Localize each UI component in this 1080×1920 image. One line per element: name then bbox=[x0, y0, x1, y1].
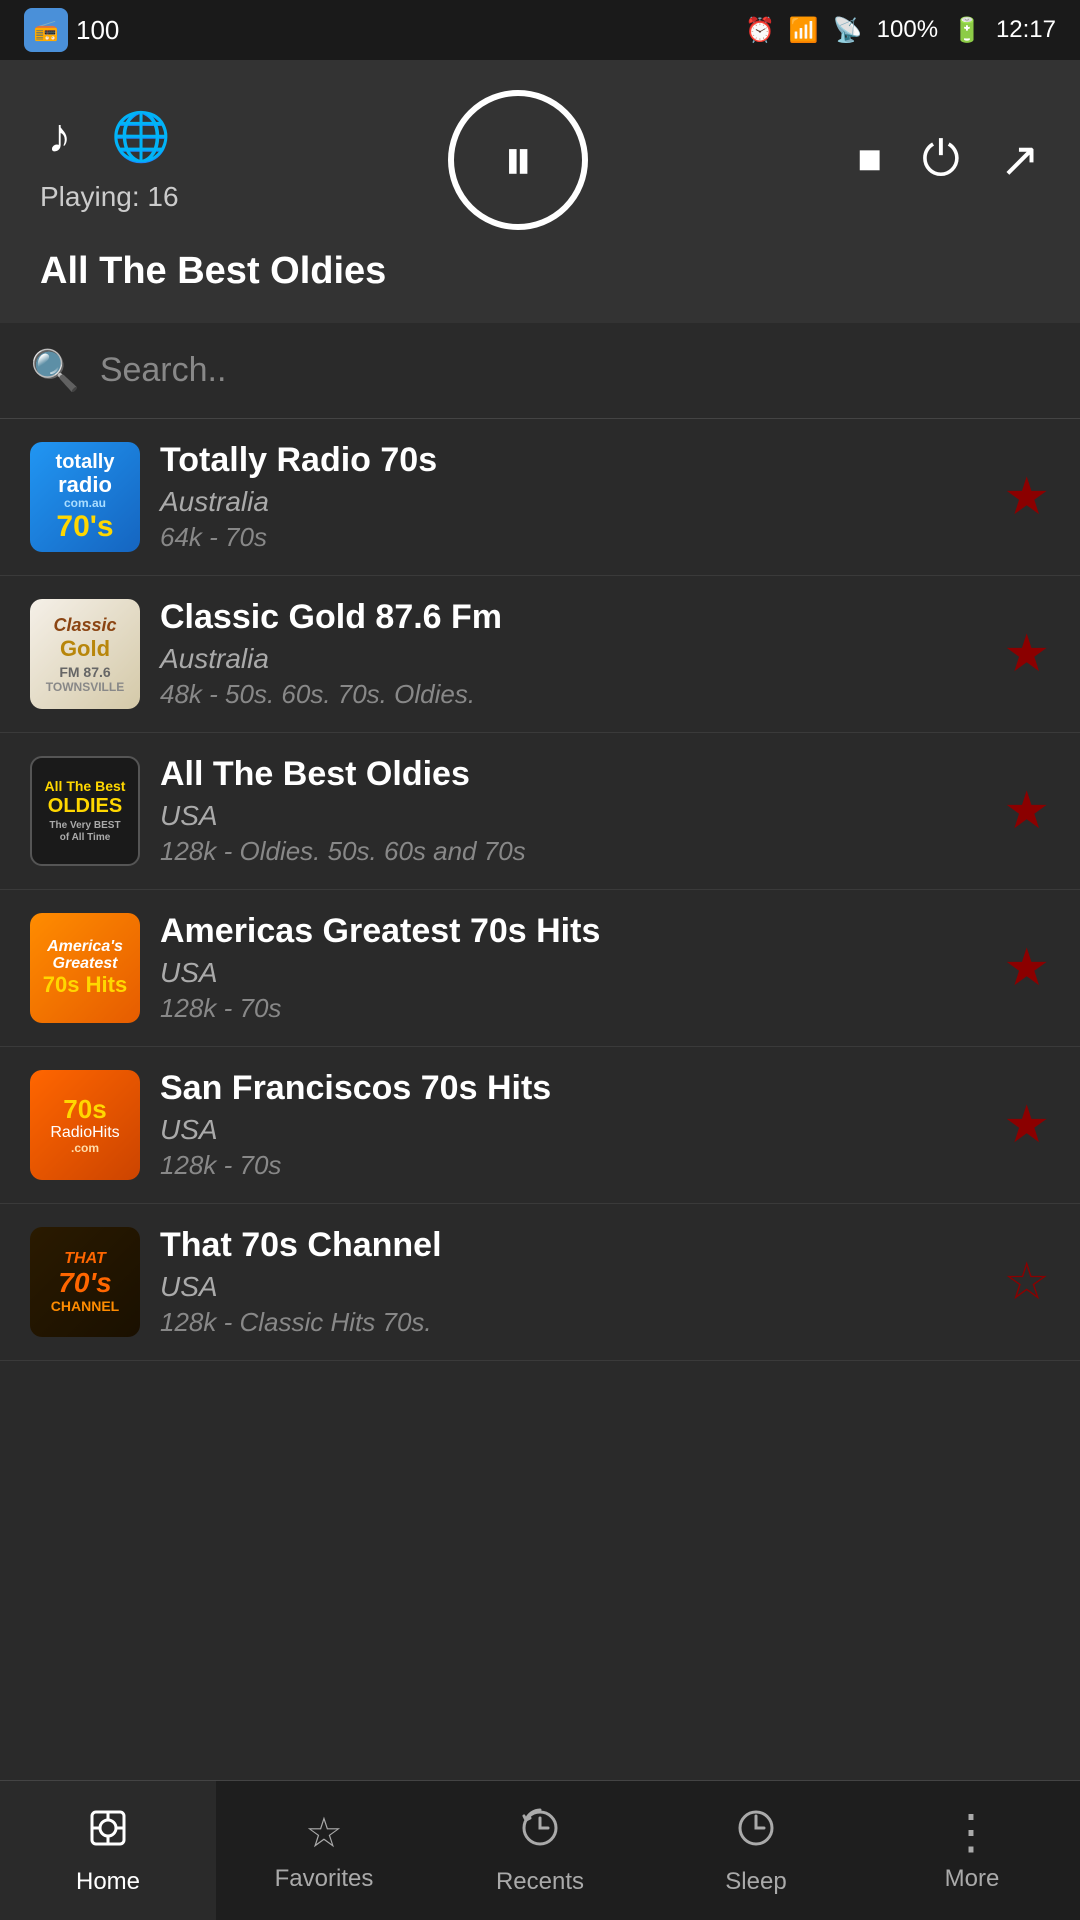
station-meta-2: 48k - 50s. 60s. 70s. Oldies. bbox=[160, 679, 983, 710]
battery-icon: 🔋 bbox=[952, 16, 982, 45]
station-item[interactable]: America's Greatest 70s Hits Americas Gre… bbox=[0, 890, 1080, 1047]
station-name-1: Totally Radio 70s bbox=[160, 441, 983, 480]
station-meta-4: 128k - 70s bbox=[160, 993, 983, 1024]
pause-icon: ⏸ bbox=[503, 125, 533, 195]
station-star-3[interactable]: ★ bbox=[1003, 781, 1050, 841]
music-note-icon[interactable]: ♪ bbox=[47, 109, 71, 164]
nav-item-more[interactable]: ⋮ More bbox=[864, 1781, 1080, 1920]
search-input[interactable] bbox=[100, 351, 1050, 390]
search-icon: 🔍 bbox=[30, 347, 80, 394]
station-logo-4: America's Greatest 70s Hits bbox=[30, 913, 140, 1023]
station-star-5[interactable]: ★ bbox=[1003, 1095, 1050, 1155]
station-name-2: Classic Gold 87.6 Fm bbox=[160, 598, 983, 637]
nav-item-sleep[interactable]: Sleep bbox=[648, 1781, 864, 1920]
nav-item-recents[interactable]: Recents bbox=[432, 1781, 648, 1920]
stop-button[interactable]: ⏹ bbox=[858, 132, 882, 188]
status-bar: 📻 100 ⏰ 📶 📡 100% 🔋 12:17 bbox=[0, 0, 1080, 60]
station-name-4: Americas Greatest 70s Hits bbox=[160, 912, 983, 951]
station-logo-6: THAT 70's CHANNEL bbox=[30, 1227, 140, 1337]
status-left: 📻 100 bbox=[24, 8, 119, 52]
station-info-6: That 70s Channel USA 128k - Classic Hits… bbox=[140, 1226, 1003, 1338]
station-meta-5: 128k - 70s bbox=[160, 1150, 983, 1181]
station-star-4[interactable]: ★ bbox=[1003, 938, 1050, 998]
more-label: More bbox=[945, 1865, 1000, 1893]
recents-label: Recents bbox=[496, 1868, 584, 1896]
player-header: ♪ 🌐 Playing: 16 ⏸ ⏹ ⏻ ↗ All The Best Old… bbox=[0, 60, 1080, 323]
station-item[interactable]: All The Best OLDIES The Very BESTof All … bbox=[0, 733, 1080, 890]
globe-icon[interactable]: 🌐 bbox=[111, 108, 171, 165]
station-list: totally radio com.au 70's Totally Radio … bbox=[0, 419, 1080, 1789]
station-info-1: Totally Radio 70s Australia 64k - 70s bbox=[140, 441, 1003, 553]
station-country-1: Australia bbox=[160, 486, 983, 518]
home-label: Home bbox=[76, 1868, 140, 1896]
player-controls-row: ♪ 🌐 Playing: 16 ⏸ ⏹ ⏻ ↗ bbox=[40, 90, 1040, 230]
alarm-icon: ⏰ bbox=[745, 16, 775, 45]
nav-item-home[interactable]: Home bbox=[0, 1781, 216, 1920]
station-country-6: USA bbox=[160, 1271, 983, 1303]
wifi-icon: 📶 bbox=[789, 16, 819, 45]
player-left-icons: ♪ 🌐 bbox=[47, 108, 171, 165]
sleep-icon bbox=[734, 1806, 778, 1860]
station-item[interactable]: totally radio com.au 70's Totally Radio … bbox=[0, 419, 1080, 576]
station-name-5: San Franciscos 70s Hits bbox=[160, 1069, 983, 1108]
station-meta-1: 64k - 70s bbox=[160, 522, 983, 553]
station-star-1[interactable]: ★ bbox=[1003, 467, 1050, 527]
now-playing-title: All The Best Oldies bbox=[40, 250, 1040, 293]
more-icon: ⋮ bbox=[947, 1809, 997, 1857]
power-button[interactable]: ⏻ bbox=[922, 132, 960, 188]
station-country-3: USA bbox=[160, 800, 983, 832]
share-button[interactable]: ↗ bbox=[1000, 132, 1040, 188]
time-display: 12:17 bbox=[996, 16, 1056, 44]
search-bar: 🔍 bbox=[0, 323, 1080, 419]
status-number: 100 bbox=[76, 15, 119, 46]
station-meta-3: 128k - Oldies. 50s. 60s and 70s bbox=[160, 836, 983, 867]
station-logo-1: totally radio com.au 70's bbox=[30, 442, 140, 552]
favorites-icon: ☆ bbox=[305, 1808, 343, 1857]
player-right-section: ⏹ ⏻ ↗ bbox=[858, 132, 1040, 188]
pause-button[interactable]: ⏸ bbox=[448, 90, 588, 230]
player-left-section: ♪ 🌐 Playing: 16 bbox=[40, 108, 179, 213]
station-country-5: USA bbox=[160, 1114, 983, 1146]
station-country-2: Australia bbox=[160, 643, 983, 675]
app-icon: 📻 bbox=[24, 8, 68, 52]
station-logo-2: Classic Gold FM 87.6 TOWNSVILLE bbox=[30, 599, 140, 709]
nav-item-favorites[interactable]: ☆ Favorites bbox=[216, 1781, 432, 1920]
station-meta-6: 128k - Classic Hits 70s. bbox=[160, 1307, 983, 1338]
station-item[interactable]: Classic Gold FM 87.6 TOWNSVILLE Classic … bbox=[0, 576, 1080, 733]
favorites-label: Favorites bbox=[275, 1865, 374, 1893]
station-info-3: All The Best Oldies USA 128k - Oldies. 5… bbox=[140, 755, 1003, 867]
bottom-nav: Home ☆ Favorites Recents Sleep ⋮ More bbox=[0, 1780, 1080, 1920]
station-item[interactable]: 70s RadioHits .com San Franciscos 70s Hi… bbox=[0, 1047, 1080, 1204]
recents-icon bbox=[518, 1806, 562, 1860]
station-country-4: USA bbox=[160, 957, 983, 989]
station-logo-5: 70s RadioHits .com bbox=[30, 1070, 140, 1180]
station-star-6[interactable]: ☆ bbox=[1003, 1252, 1050, 1312]
station-info-2: Classic Gold 87.6 Fm Australia 48k - 50s… bbox=[140, 598, 1003, 710]
station-star-2[interactable]: ★ bbox=[1003, 624, 1050, 684]
battery-percent: 100% bbox=[877, 16, 938, 44]
station-item[interactable]: THAT 70's CHANNEL That 70s Channel USA 1… bbox=[0, 1204, 1080, 1361]
home-icon bbox=[86, 1806, 130, 1860]
signal-icon: 📡 bbox=[833, 16, 863, 45]
sleep-label: Sleep bbox=[725, 1868, 786, 1896]
playing-label: Playing: 16 bbox=[40, 181, 179, 213]
station-name-3: All The Best Oldies bbox=[160, 755, 983, 794]
station-name-6: That 70s Channel bbox=[160, 1226, 983, 1265]
station-logo-3: All The Best OLDIES The Very BESTof All … bbox=[30, 756, 140, 866]
station-info-4: Americas Greatest 70s Hits USA 128k - 70… bbox=[140, 912, 1003, 1024]
status-right: ⏰ 📶 📡 100% 🔋 12:17 bbox=[745, 16, 1056, 45]
station-info-5: San Franciscos 70s Hits USA 128k - 70s bbox=[140, 1069, 1003, 1181]
